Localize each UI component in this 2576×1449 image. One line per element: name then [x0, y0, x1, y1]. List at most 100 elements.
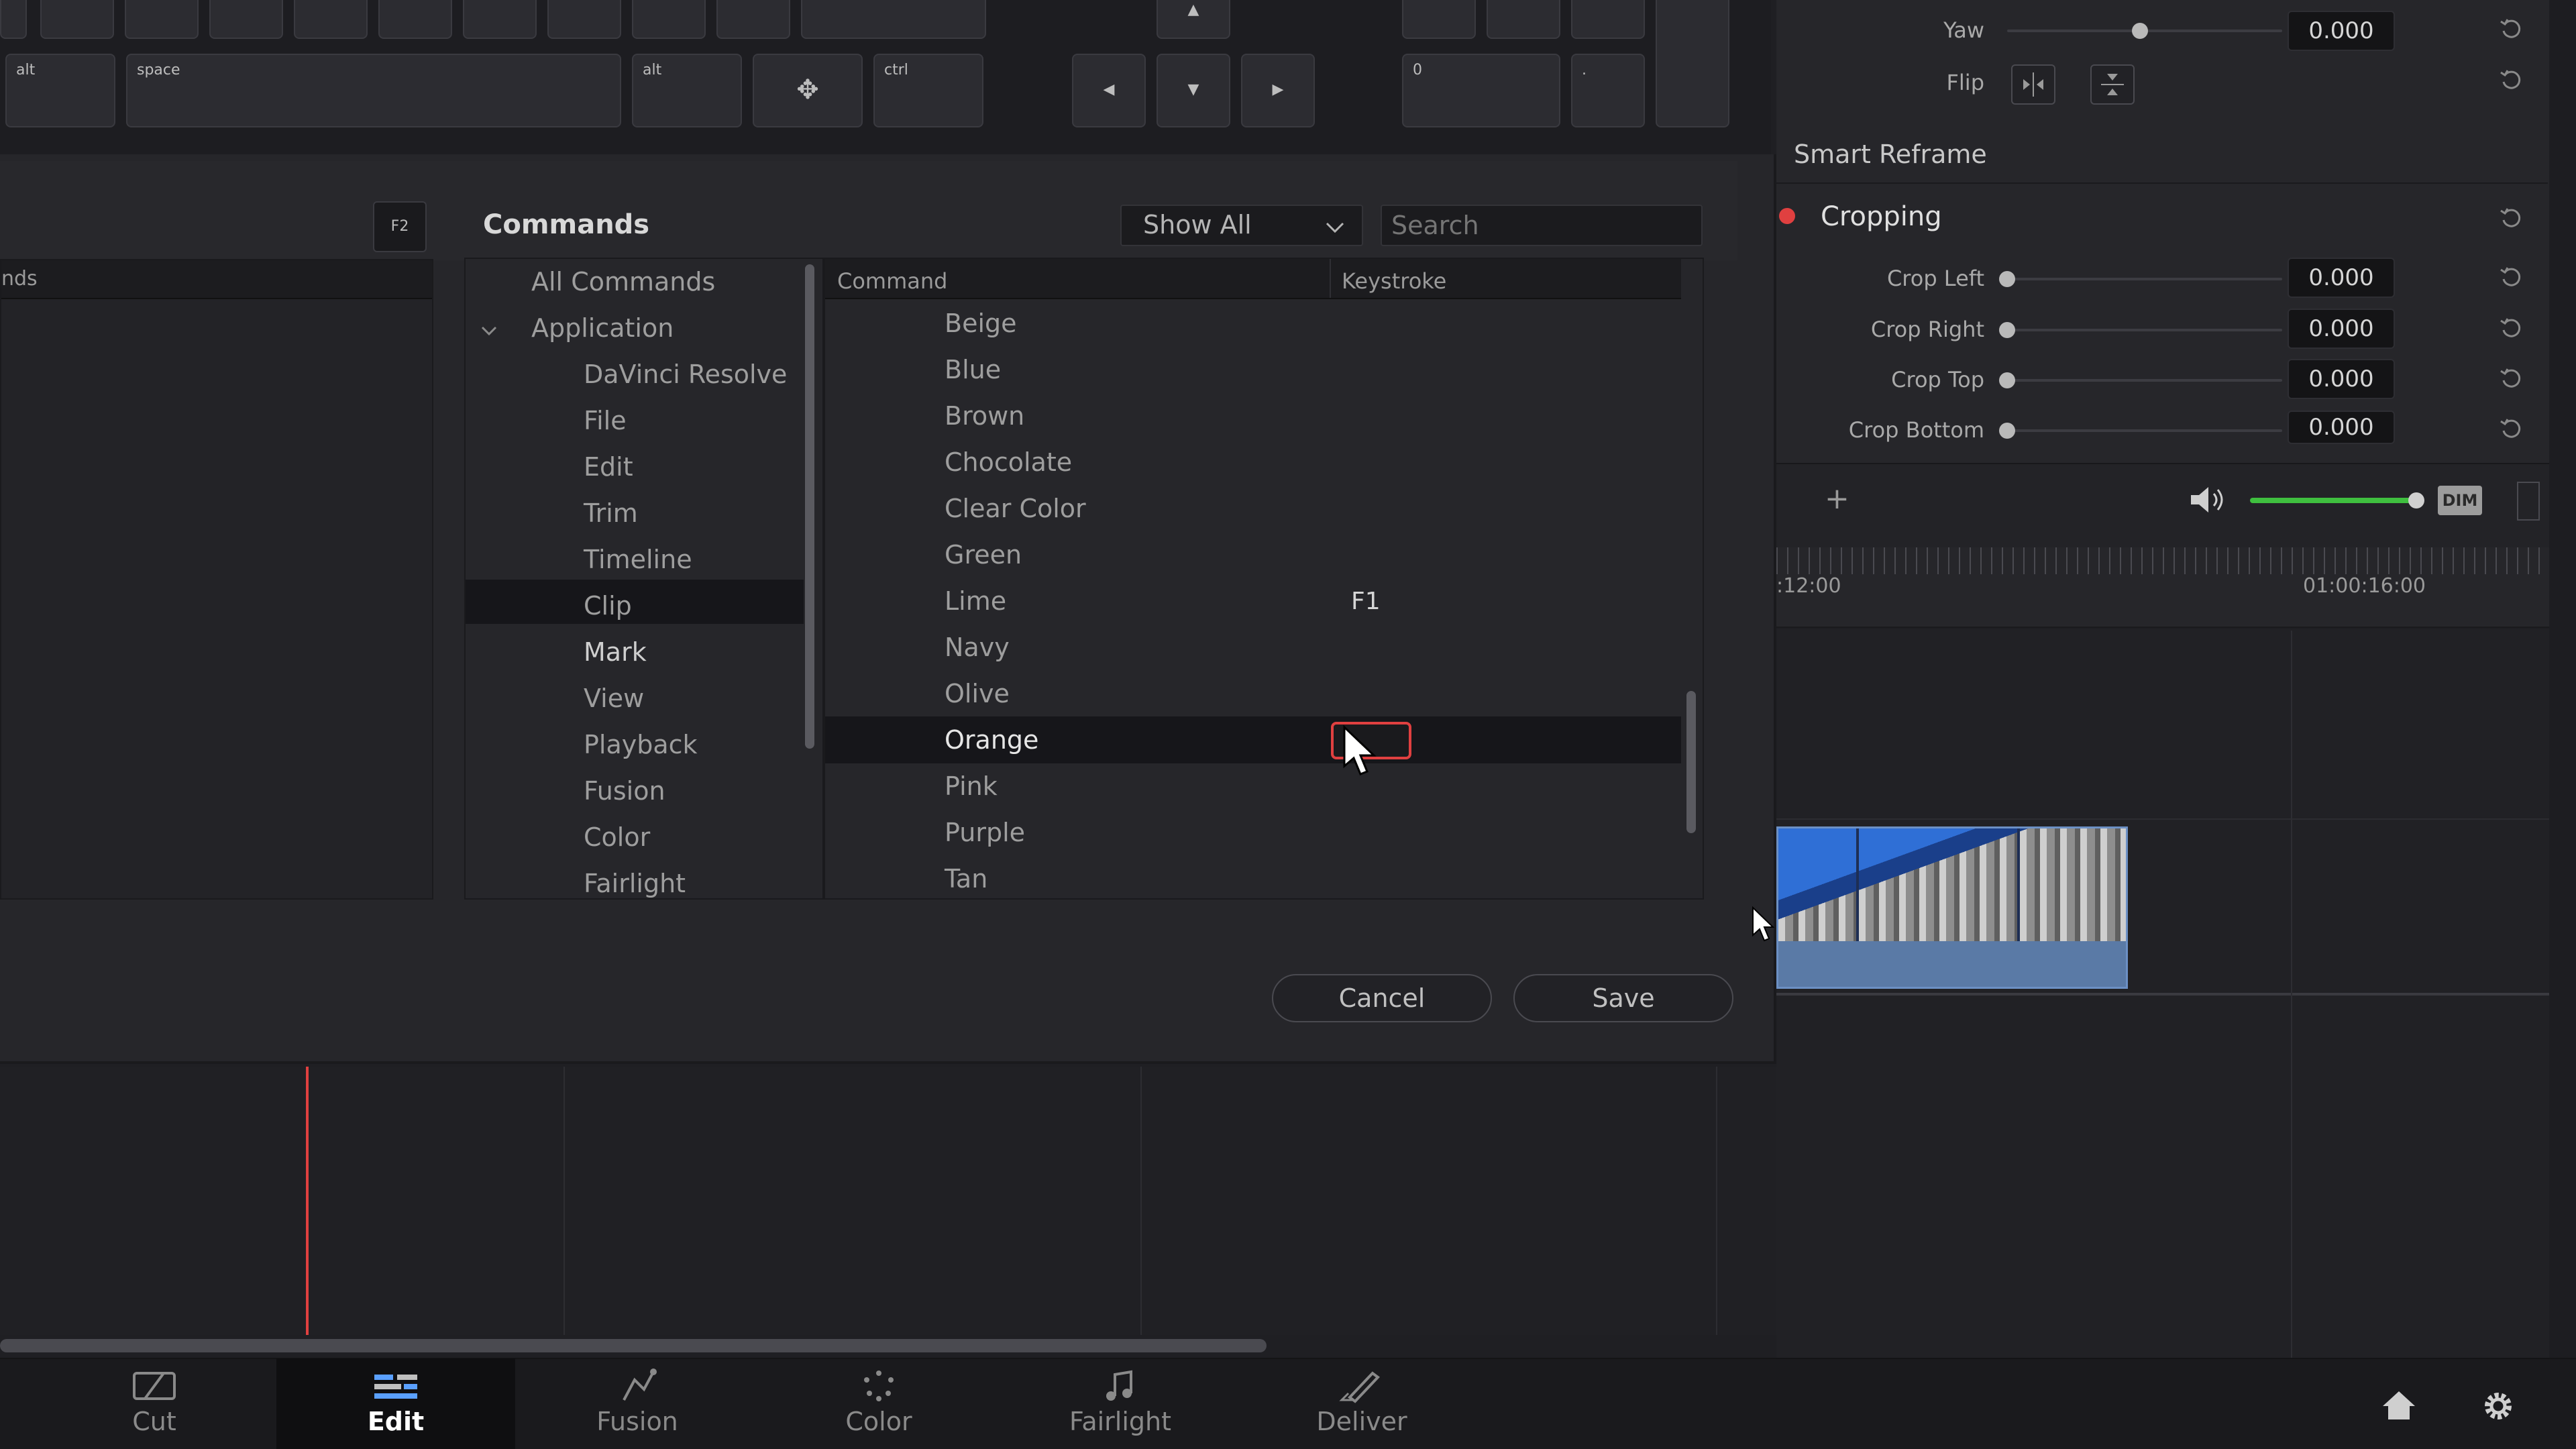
save-button[interactable]: Save	[1513, 974, 1733, 1022]
crop-bottom-slider-track[interactable]	[2007, 429, 2282, 432]
command-row[interactable]: Clear Color	[945, 494, 1086, 523]
command-table-scrollbar[interactable]	[1686, 691, 1696, 833]
tree-item-davinci-resolve[interactable]: DaVinci Resolve	[584, 360, 787, 389]
numpad-zero-key[interactable]: 0	[1402, 54, 1560, 127]
yaw-slider-knob[interactable]	[2132, 23, 2148, 39]
smart-reframe-section[interactable]: Smart Reframe	[1776, 127, 2548, 184]
ctrl-key[interactable]: ctrl	[873, 54, 983, 127]
key[interactable]	[378, 0, 452, 39]
yaw-value[interactable]: 0.000	[2288, 11, 2395, 51]
crop-left-value[interactable]: 0.000	[2288, 258, 2395, 298]
add-icon[interactable]: +	[1825, 482, 1849, 516]
tree-item-fusion[interactable]: Fusion	[584, 776, 665, 806]
key[interactable]	[0, 0, 27, 39]
tree-item-application[interactable]: Application	[531, 313, 674, 343]
key[interactable]	[547, 0, 621, 39]
tree-item-fairlight[interactable]: Fairlight	[584, 869, 686, 898]
timeline-ruler[interactable]: :12:00 01:00:16:00	[1776, 547, 2549, 628]
flip-vertical-button[interactable]	[2090, 64, 2135, 105]
tree-item-clip[interactable]: Clip	[584, 591, 632, 621]
crop-right-value[interactable]: 0.000	[2288, 309, 2395, 349]
command-row[interactable]: Pink	[945, 771, 998, 801]
tree-item-mark[interactable]: Mark	[584, 637, 647, 667]
reset-icon[interactable]	[2498, 314, 2525, 341]
key[interactable]	[463, 0, 537, 39]
page-tab-cut[interactable]: Cut	[34, 1358, 275, 1449]
reset-icon[interactable]	[2498, 15, 2525, 42]
reset-icon[interactable]	[2498, 415, 2525, 441]
volume-slider-knob[interactable]	[2408, 492, 2424, 508]
arrow-up-key[interactable]: ▲	[1157, 0, 1230, 39]
key[interactable]	[1656, 0, 1729, 127]
page-tab-color[interactable]: Color	[758, 1358, 1000, 1449]
shortcut-badge[interactable]: F2	[373, 201, 427, 252]
command-row[interactable]: Beige	[945, 309, 1017, 338]
command-row[interactable]: Brown	[945, 401, 1024, 431]
command-row-selected[interactable]: Orange	[945, 725, 1038, 755]
command-column-header[interactable]: Command	[837, 268, 947, 294]
arrow-down-key[interactable]: ▼	[1157, 54, 1230, 127]
crop-left-slider-knob[interactable]	[1999, 271, 2015, 287]
tree-item-trim[interactable]: Trim	[584, 498, 638, 528]
key[interactable]	[209, 0, 283, 39]
tree-item-playback[interactable]: Playback	[584, 730, 698, 759]
option-key[interactable]: ✥	[753, 54, 863, 127]
reset-icon[interactable]	[2498, 263, 2525, 290]
page-tab-edit[interactable]: Edit	[275, 1358, 517, 1449]
keystroke-value[interactable]: F1	[1351, 588, 1381, 615]
key[interactable]	[1402, 0, 1476, 39]
numpad-dot-key[interactable]: .	[1571, 54, 1645, 127]
command-row[interactable]: Lime	[945, 586, 1006, 616]
gear-icon[interactable]	[2479, 1387, 2517, 1425]
tree-item-timeline[interactable]: Timeline	[584, 545, 692, 574]
key[interactable]	[294, 0, 368, 39]
home-icon[interactable]	[2380, 1389, 2418, 1422]
timeline-scrollbar[interactable]	[0, 1339, 1267, 1352]
arrow-right-key[interactable]: ▶	[1241, 54, 1315, 127]
alt-left-key[interactable]: alt	[5, 54, 115, 127]
tree-item-file[interactable]: File	[584, 406, 627, 435]
command-row[interactable]: Purple	[945, 818, 1025, 847]
alt-right-key[interactable]: alt	[632, 54, 742, 127]
key[interactable]	[1571, 0, 1645, 39]
chevron-down-icon[interactable]	[479, 323, 499, 339]
volume-slider-track[interactable]	[2250, 498, 2415, 503]
reset-icon[interactable]	[2498, 364, 2525, 391]
video-clip[interactable]	[1776, 826, 2128, 989]
key[interactable]	[125, 0, 199, 39]
key[interactable]	[40, 0, 114, 39]
command-row[interactable]: Tan	[945, 864, 987, 894]
tree-item-all-commands[interactable]: All Commands	[531, 267, 715, 297]
command-row[interactable]: Green	[945, 540, 1022, 570]
keystroke-column-header[interactable]: Keystroke	[1342, 268, 1446, 294]
crop-top-slider-knob[interactable]	[1999, 372, 2015, 388]
search-input[interactable]	[1381, 205, 1703, 246]
crop-top-value[interactable]: 0.000	[2288, 359, 2395, 399]
reset-icon[interactable]	[2498, 66, 2525, 93]
space-key[interactable]: space	[126, 54, 621, 127]
key[interactable]	[1487, 0, 1560, 39]
tree-scrollbar[interactable]	[805, 264, 814, 749]
command-row[interactable]: Olive	[945, 679, 1010, 708]
arrow-left-key[interactable]: ◀	[1072, 54, 1146, 127]
speaker-icon[interactable]	[2187, 483, 2227, 517]
cancel-button[interactable]: Cancel	[1272, 974, 1492, 1022]
command-row[interactable]: Navy	[945, 633, 1010, 662]
crop-top-slider-track[interactable]	[2007, 379, 2282, 382]
key[interactable]	[716, 0, 790, 39]
cropping-enabled-dot[interactable]	[1779, 208, 1795, 224]
flip-horizontal-button[interactable]	[2011, 64, 2055, 105]
dim-button[interactable]: DIM	[2438, 486, 2482, 515]
crop-right-slider-knob[interactable]	[1999, 322, 2015, 338]
tree-item-edit[interactable]: Edit	[584, 452, 633, 482]
crop-left-slider-track[interactable]	[2007, 278, 2282, 280]
key[interactable]	[632, 0, 706, 39]
page-tab-fairlight[interactable]: Fairlight	[1000, 1358, 1241, 1449]
tree-item-color[interactable]: Color	[584, 822, 650, 852]
page-tab-fusion[interactable]: Fusion	[517, 1358, 758, 1449]
page-tab-deliver[interactable]: Deliver	[1241, 1358, 1483, 1449]
key[interactable]	[801, 0, 986, 39]
crop-right-slider-track[interactable]	[2007, 329, 2282, 331]
crop-bottom-value[interactable]: 0.000	[2288, 411, 2395, 444]
right-scrollbar[interactable]	[2549, 0, 2576, 1358]
